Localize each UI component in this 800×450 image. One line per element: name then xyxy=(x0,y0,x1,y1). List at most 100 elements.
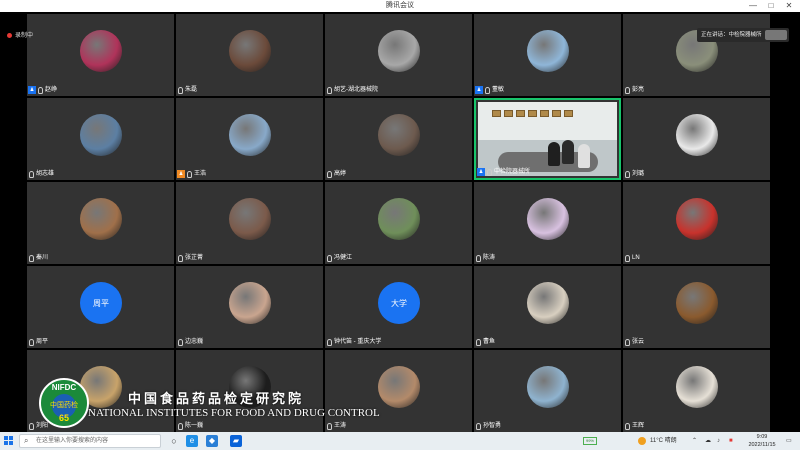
clock-time: 9:09 xyxy=(756,434,768,440)
close-button[interactable]: ✕ xyxy=(780,0,798,12)
mic-icon xyxy=(487,169,492,176)
participant-name: ♟ 中检院器械所 xyxy=(477,168,530,177)
participant-name-label: 张云 xyxy=(632,339,645,345)
participant-name: ♟ 董敏 xyxy=(475,86,504,95)
clock-date: 2022/11/15 xyxy=(748,442,776,448)
avatar xyxy=(80,198,122,240)
participant-name-label: 秦川 xyxy=(36,255,49,261)
participant-tile[interactable]: 彭亮 xyxy=(623,14,770,96)
volume-icon[interactable]: ♪ xyxy=(717,432,720,450)
participant-tile[interactable]: LN xyxy=(623,182,770,264)
participant-tile[interactable]: 边忠巍 xyxy=(176,266,323,348)
avatar xyxy=(229,114,271,156)
avatar xyxy=(378,114,420,156)
vscode-icon[interactable]: ◆ xyxy=(206,435,218,447)
participant-tile[interactable]: 张云 xyxy=(623,266,770,348)
avatar xyxy=(676,114,718,156)
participant-name-label: 中检院器械所 xyxy=(494,169,531,175)
mic-icon xyxy=(476,255,481,262)
mic-icon xyxy=(625,171,630,178)
participant-name: 王辉 xyxy=(624,422,644,431)
participant-name: 陈涛 xyxy=(475,254,495,263)
mic-icon xyxy=(29,339,34,346)
participant-tile[interactable]: 高婷 xyxy=(325,98,472,180)
edge-browser-icon[interactable]: e xyxy=(186,435,198,447)
mic-icon xyxy=(327,87,332,94)
speaker-thumbnail xyxy=(765,30,787,40)
minimize-button[interactable]: — xyxy=(744,0,762,12)
battery-indicator[interactable]: 99% xyxy=(583,437,597,445)
mic-icon xyxy=(178,87,183,94)
mic-icon xyxy=(625,423,630,430)
mic-icon xyxy=(29,255,34,262)
participant-tile[interactable]: 胡志雄 xyxy=(27,98,174,180)
participant-name-label: 刘璐 xyxy=(632,171,645,177)
participant-name: 胡志雄 xyxy=(28,170,54,179)
avatar xyxy=(378,30,420,72)
participant-name-label: 高婷 xyxy=(334,171,347,177)
participant-name: 张云 xyxy=(624,338,644,347)
participant-name: 钟代笛 - 重庆大学 xyxy=(326,338,381,347)
notification-icon[interactable]: ▭ xyxy=(786,432,792,450)
avatar xyxy=(229,30,271,72)
participant-grid: ♟ 赵峥 朱磊 胡艺-湖北器械院 ♟ 董敏 彭亮 胡志雄 ♟ 王浩 高婷 ♟ 中检院器械所 刘璐 秦川 张芷菁… xyxy=(27,14,772,432)
participant-name-label: LN xyxy=(632,255,640,261)
participant-tile[interactable]: ♟ 董敏 xyxy=(474,14,621,96)
participant-name-label: 王浩 xyxy=(194,171,207,177)
task-view-icon[interactable]: ○ xyxy=(168,435,180,447)
participant-name-label: 胡艺-湖北器械院 xyxy=(334,87,378,93)
participant-name-label: 边忠巍 xyxy=(185,339,204,345)
participant-tile[interactable]: 刘璐 xyxy=(623,98,770,180)
participant-tile[interactable]: 曹鱼 xyxy=(474,266,621,348)
participant-name-label: 朱磊 xyxy=(185,87,198,93)
participant-name: 胡艺-湖北器械院 xyxy=(326,86,378,95)
mic-icon xyxy=(625,339,630,346)
participant-tile[interactable]: 张芷菁 xyxy=(176,182,323,264)
mic-icon xyxy=(178,255,183,262)
avatar xyxy=(676,198,718,240)
weather-label[interactable]: 11°C 晴朗 xyxy=(650,432,677,450)
participant-tile[interactable]: 朱磊 xyxy=(176,14,323,96)
participant-tile[interactable]: ♟ 赵峥 xyxy=(27,14,174,96)
title-bar: 腾讯会议 — □ ✕ xyxy=(0,0,800,12)
participant-name: 高婷 xyxy=(326,170,346,179)
taskbar-clock[interactable]: 9:09 2022/11/15 xyxy=(742,433,782,449)
mic-icon xyxy=(178,339,183,346)
tencent-meeting-icon[interactable]: ▰ xyxy=(230,435,242,447)
svg-text:NIFDC: NIFDC xyxy=(52,383,77,392)
participant-video xyxy=(478,102,617,176)
tray-chevron-icon[interactable]: ⌃ xyxy=(692,432,697,450)
participant-name-label: 胡志雄 xyxy=(36,171,55,177)
app-tray-icon[interactable]: ■ xyxy=(729,432,733,450)
recording-indicator[interactable]: 录制中 xyxy=(7,30,33,39)
participant-tile[interactable]: 大学 钟代笛 - 重庆大学 xyxy=(325,266,472,348)
start-button[interactable] xyxy=(4,436,14,446)
participant-tile[interactable]: 陈涛 xyxy=(474,182,621,264)
participant-tile[interactable]: 秦川 xyxy=(27,182,174,264)
mic-icon xyxy=(625,87,630,94)
speaking-indicator: 正在讲话：中检院器械所 xyxy=(697,28,789,42)
participant-tile[interactable]: ♟ 中检院器械所 xyxy=(474,98,621,180)
participant-name-label: 张芷菁 xyxy=(185,255,204,261)
mic-icon xyxy=(327,171,332,178)
watermark-chinese: 中国食品药品检定研究院 xyxy=(128,392,305,407)
participant-tile[interactable]: ♟ 王浩 xyxy=(176,98,323,180)
taskbar-search-input[interactable]: ⌕ 在这里输入你要搜索的内容 xyxy=(19,434,161,448)
participant-name: 曹鱼 xyxy=(475,338,495,347)
host-badge-icon: ♟ xyxy=(177,170,185,178)
host-badge-icon: ♟ xyxy=(28,86,36,94)
participant-name-label: 陈涛 xyxy=(483,255,496,261)
network-icon[interactable]: ☁ xyxy=(705,432,711,450)
mic-icon xyxy=(327,339,332,346)
participant-tile[interactable]: 孙智勇 xyxy=(474,350,621,432)
avatar xyxy=(676,282,718,324)
participant-tile[interactable]: 王辉 xyxy=(623,350,770,432)
avatar xyxy=(229,282,271,324)
participant-tile[interactable]: 胡艺-湖北器械院 xyxy=(325,14,472,96)
participant-name: LN xyxy=(624,254,640,263)
participant-tile[interactable]: 冯健江 xyxy=(325,182,472,264)
maximize-button[interactable]: □ xyxy=(762,0,780,12)
participant-name-label: 彭亮 xyxy=(632,87,645,93)
participant-tile[interactable]: 周平 周平 xyxy=(27,266,174,348)
mic-icon xyxy=(476,339,481,346)
